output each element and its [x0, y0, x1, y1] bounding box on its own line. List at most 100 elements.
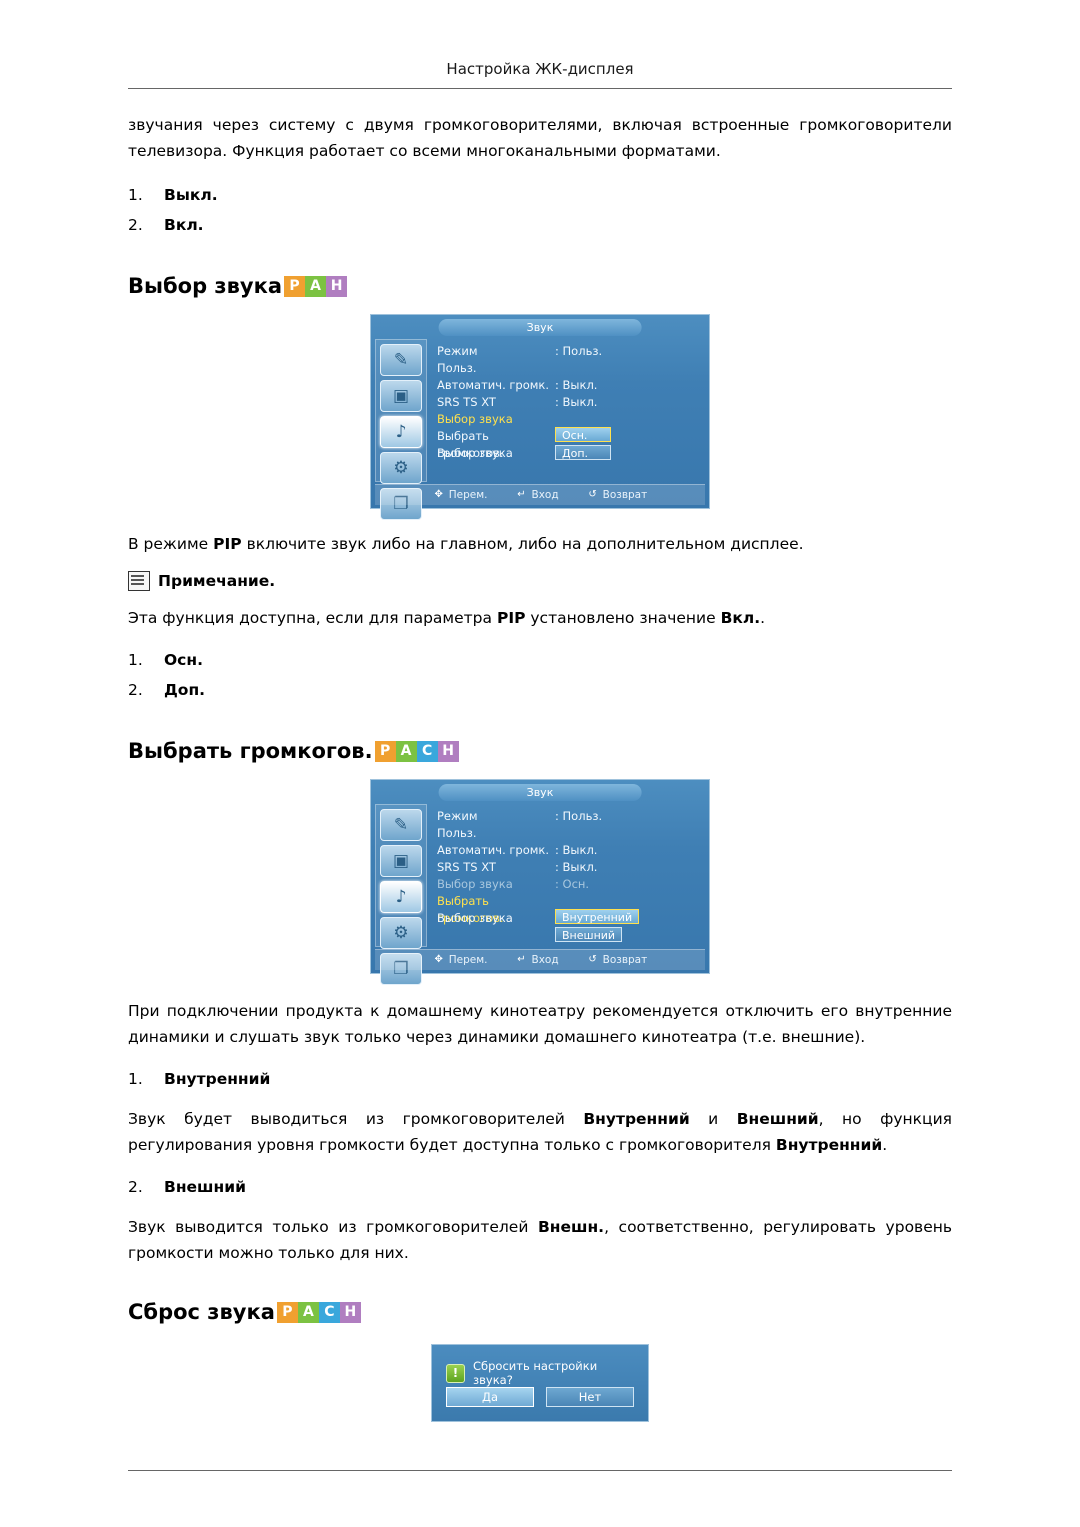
- picture-icon: ✎: [393, 815, 409, 835]
- osd-row[interactable]: Польз.: [437, 825, 703, 842]
- pip-sound-paragraph: В режиме PIP включите звук либо на главн…: [128, 531, 952, 557]
- osd-footer-return: ↺ Возврат: [587, 954, 647, 966]
- list-item: 2. Внешний: [128, 1172, 952, 1202]
- osd-option-internal[interactable]: Внутренний: [555, 909, 640, 924]
- move-icon: ✥: [434, 489, 443, 500]
- osd-screenshot-sound-select: Звук ✎ ▣ ♪ ⚙ ❐ Режим : Польз. Польз. Авт…: [370, 314, 710, 520]
- note-icon: [128, 571, 150, 591]
- note-text-part-1: Эта функция доступна, если для параметра: [128, 609, 497, 627]
- osd-icon-picture[interactable]: ✎: [380, 809, 422, 841]
- list-item: 1. Осн.: [128, 645, 952, 675]
- osd-row[interactable]: Режим : Польз.: [437, 808, 703, 825]
- osd-row-label: Выбрать громкогов.: [437, 894, 504, 925]
- list-item-label: Вкл.: [164, 216, 204, 234]
- speaker-select-paragraph: При подключении продукта к домашнему кин…: [128, 1002, 952, 1046]
- badge-group: P A C H: [374, 740, 459, 762]
- return-icon: ↺: [588, 954, 597, 965]
- osd-icon-sound[interactable]: ♪: [380, 416, 422, 448]
- osd-icon-setup[interactable]: ⚙: [380, 917, 422, 949]
- list-item-number: 2.: [128, 1178, 143, 1196]
- desc-part-4: Внешний: [736, 1110, 819, 1128]
- osd-icon-screen[interactable]: ▣: [380, 845, 422, 877]
- osd-row[interactable]: Польз.: [437, 360, 703, 377]
- osd-row-value: : Польз.: [555, 344, 603, 358]
- desc-part-1: Звук будет выводиться из громкоговорител…: [128, 1110, 584, 1128]
- osd-icon-sidebar: ✎ ▣ ♪ ⚙ ❐: [375, 804, 427, 985]
- sound-select-options-list: 1. Осн. 2. Доп.: [128, 645, 952, 705]
- list-item-label: Осн.: [164, 651, 203, 669]
- osd-title: Звук: [438, 319, 642, 336]
- list-item-label: Внешний: [164, 1178, 246, 1196]
- osd-row-label: Автоматич. громк.: [437, 843, 550, 857]
- desc-part-3: и: [689, 1110, 737, 1128]
- osd-footer-enter: ↵ Вход: [516, 489, 558, 501]
- list-item-number: 1.: [128, 1070, 143, 1088]
- badge-c-icon: C: [318, 1301, 340, 1323]
- speaker-option-2-list: 2. Внешний: [128, 1172, 952, 1202]
- section-title-text: Сброс звука: [128, 1300, 275, 1324]
- badge-h-icon: H: [326, 275, 348, 297]
- list-item-number: 2.: [128, 216, 143, 234]
- screen-icon: ▣: [392, 386, 410, 406]
- yes-button[interactable]: Да: [446, 1387, 534, 1407]
- badge-p-icon: P: [276, 1301, 298, 1323]
- osd-screenshot-speaker-select: Звук ✎ ▣ ♪ ⚙ ❐ Режим : Польз. Польз. Авт…: [370, 779, 710, 985]
- osd-row[interactable]: SRS TS XT : Выкл.: [437, 394, 703, 411]
- move-icon: ✥: [434, 954, 443, 965]
- note-text-part-3: установлено значение: [525, 609, 721, 627]
- badge-p-icon: P: [284, 275, 306, 297]
- osd-option-sub[interactable]: Доп.: [555, 445, 611, 460]
- desc-part-1: Звук выводится только из громкоговорител…: [128, 1218, 538, 1236]
- osd-option-main[interactable]: Осн.: [555, 427, 611, 442]
- badge-a-icon: A: [297, 1301, 319, 1323]
- osd-icon-sound[interactable]: ♪: [380, 881, 422, 913]
- osd-footer-move: ✥ Перем.: [433, 954, 488, 966]
- section-title-text: Выбрать громкогов.: [128, 739, 373, 763]
- osd-footer: ✥ Перем. ↵ Вход ↺ Возврат: [375, 484, 705, 505]
- osd-row-label: Режим: [437, 344, 478, 358]
- enter-icon: ↵: [517, 954, 526, 965]
- osd-footer-label: Возврат: [602, 489, 648, 501]
- gear-icon: ⚙: [393, 923, 409, 943]
- osd-row[interactable]: Автоматич. громк. : Выкл.: [437, 842, 703, 859]
- osd-icon-setup[interactable]: ⚙: [380, 452, 422, 484]
- note-text-part-5: .: [760, 609, 766, 627]
- enter-icon: ↵: [517, 489, 526, 500]
- reset-dialog-buttons: Да Нет: [446, 1387, 634, 1407]
- reset-question-row: ! Сбросить настройки звука?: [446, 1359, 638, 1387]
- pip-text-part-1: В режиме: [128, 535, 214, 553]
- reset-question-text: Сбросить настройки звука?: [473, 1359, 598, 1387]
- osd-option-external[interactable]: Внешний: [555, 927, 623, 942]
- exclamation-icon: !: [446, 1363, 465, 1383]
- section-title-sound-reset: Сброс звука P A C H: [128, 1300, 952, 1324]
- list-item: 2. Вкл.: [128, 210, 952, 240]
- osd-row[interactable]: Режим : Польз.: [437, 343, 703, 360]
- badge-c-icon: C: [416, 740, 438, 762]
- osd-icon-screen[interactable]: ▣: [380, 380, 422, 412]
- desc-part-6: Внутренний: [775, 1136, 883, 1154]
- footer-rule: [128, 1470, 952, 1471]
- osd-row-selected[interactable]: Выбор звука: [437, 411, 703, 428]
- osd-row-label: Автоматич. громк.: [437, 378, 550, 392]
- list-item-number: 1.: [128, 186, 143, 204]
- osd-row-label: Выбор звука: [437, 446, 513, 460]
- osd-row-value: : Польз.: [555, 809, 603, 823]
- sound-icon: ♪: [395, 422, 407, 442]
- sound-reset-dialog: ! Сбросить настройки звука? Да Нет: [431, 1344, 649, 1422]
- osd-row-disabled: Выбор звука : Осн.: [437, 876, 703, 893]
- screen-icon: ▣: [392, 851, 410, 871]
- osd-footer-label: Перем.: [448, 489, 488, 501]
- badge-group: P A H: [284, 275, 348, 297]
- badge-a-icon: A: [395, 740, 417, 762]
- osd-footer: ✥ Перем. ↵ Вход ↺ Возврат: [375, 949, 705, 970]
- osd-footer-label: Вход: [531, 954, 559, 966]
- osd-row[interactable]: SRS TS XT : Выкл.: [437, 859, 703, 876]
- osd-icon-sidebar: ✎ ▣ ♪ ⚙ ❐: [375, 339, 427, 520]
- osd-row-selected[interactable]: Выбрать громкогов.: [437, 893, 703, 925]
- no-button[interactable]: Нет: [546, 1387, 634, 1407]
- osd-row-value: : Выкл.: [555, 395, 598, 409]
- section-title-text: Выбор звука: [128, 274, 283, 298]
- osd-icon-picture[interactable]: ✎: [380, 344, 422, 376]
- osd-row[interactable]: Автоматич. громк. : Выкл.: [437, 377, 703, 394]
- badge-a-icon: A: [305, 275, 327, 297]
